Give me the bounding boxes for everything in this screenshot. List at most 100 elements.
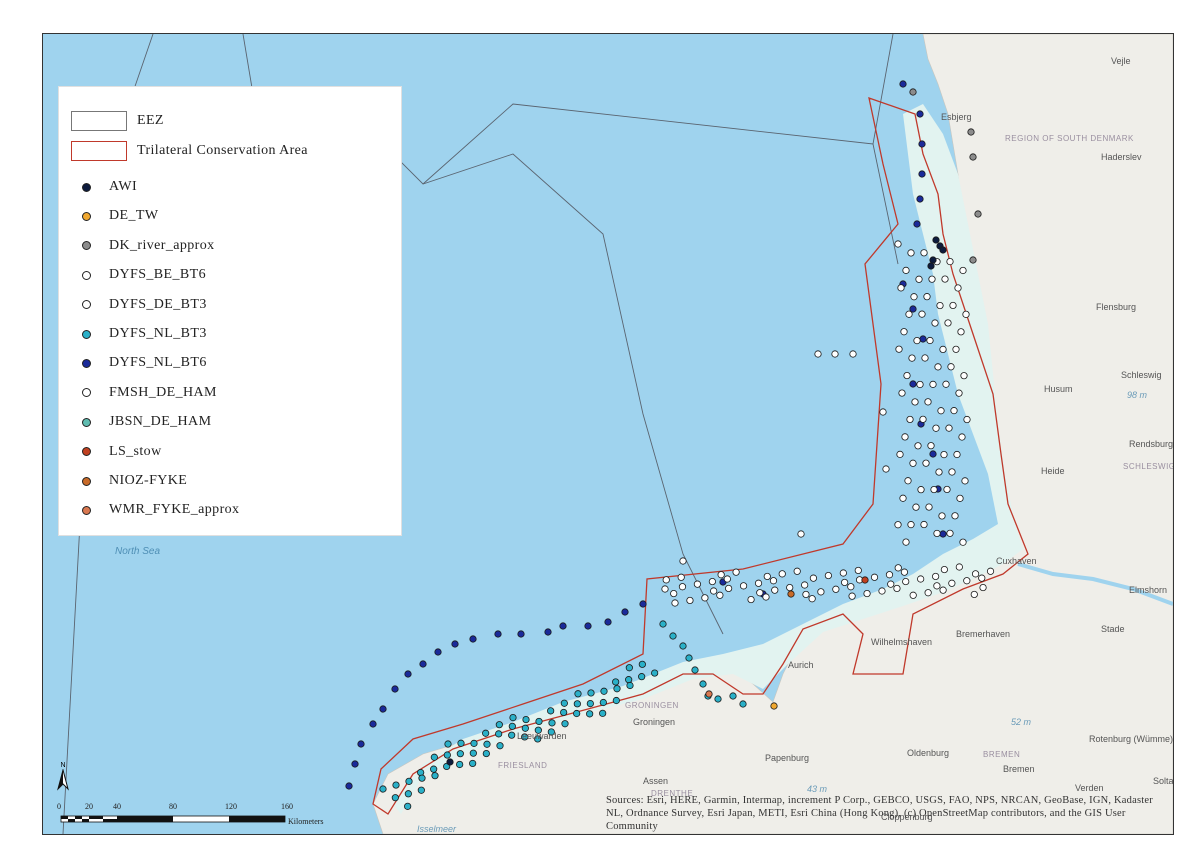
sample-point <box>469 635 477 643</box>
sample-point <box>573 709 581 718</box>
sample-point <box>962 310 970 318</box>
sample-point <box>404 790 412 798</box>
legend-marker-icon <box>81 358 91 368</box>
sample-point <box>943 485 951 494</box>
sample-point <box>979 583 987 592</box>
sample-point <box>714 695 722 703</box>
sample-point <box>483 740 491 748</box>
sample-point <box>679 557 687 565</box>
legend-item-label: DYFS_BE_BT6 <box>109 267 206 283</box>
legend-marker-icon <box>81 211 91 221</box>
legend-marker-wrap <box>71 476 101 486</box>
legend-item: DE_TW <box>71 204 158 228</box>
label-cuxhaven: Cuxhaven <box>996 556 1037 566</box>
label-leeuwarden: Leeuwarden <box>517 731 567 741</box>
legend-item-label: AWI <box>109 179 138 194</box>
legend-item-label: LS_stow <box>109 443 162 459</box>
sample-point <box>548 719 556 727</box>
sample-point <box>599 709 607 717</box>
sample-point <box>937 407 945 415</box>
sample-point <box>469 759 477 768</box>
legend-eez-label: EEZ <box>137 113 164 128</box>
sample-point <box>945 424 953 432</box>
sample-point <box>932 572 940 581</box>
sample-point <box>932 236 940 244</box>
sample-point <box>915 275 923 283</box>
sample-point <box>913 220 921 228</box>
label-wilhelmshaven: Wilhelmshaven <box>871 637 933 647</box>
label-verden: Verden <box>1075 783 1104 793</box>
label-elmshorn: Elmshorn <box>1129 585 1168 595</box>
sample-point <box>854 566 862 575</box>
sample-point <box>902 266 910 274</box>
sample-point <box>900 328 908 336</box>
sample-point <box>899 80 907 88</box>
scale-tick-label: 80 <box>169 802 177 811</box>
sample-point <box>638 660 646 668</box>
attribution-text: Sources: Esri, HERE, Garmin, Intermap, i… <box>606 795 1153 832</box>
sample-point <box>801 581 809 589</box>
sample-point <box>948 579 956 587</box>
legend-marker-icon <box>81 241 91 251</box>
eez-line-3 <box>422 34 894 185</box>
label-ijsselmeer: Isselmeer <box>417 824 457 834</box>
sample-point <box>573 700 581 708</box>
sample-point <box>723 575 731 583</box>
legend-marker-wrap <box>71 182 101 192</box>
sample-point <box>969 153 977 161</box>
sample-point <box>613 685 621 693</box>
sample-point <box>470 739 478 747</box>
label-bremen-region: BREMEN <box>983 750 1021 759</box>
label-assen: Assen <box>643 776 669 786</box>
legend-item: NIOZ-FYKE <box>71 469 187 493</box>
sample-point <box>940 450 948 459</box>
sample-point <box>584 622 592 630</box>
north-arrow-icon <box>57 768 69 791</box>
sample-point <box>986 567 995 575</box>
sample-point <box>417 786 425 794</box>
sample-point <box>560 699 568 707</box>
sample-point <box>451 640 459 648</box>
sample-point <box>802 590 810 599</box>
sample-point <box>762 593 770 601</box>
sample-point <box>927 442 935 450</box>
sample-point <box>953 450 961 459</box>
sample-point <box>379 705 387 713</box>
sample-point <box>831 350 839 358</box>
sample-point <box>586 710 594 718</box>
sample-point <box>686 596 694 605</box>
sample-point <box>908 354 916 362</box>
sample-point <box>391 685 399 693</box>
sample-point <box>895 345 903 353</box>
legend-marker-wrap <box>71 505 101 515</box>
legend-marker-wrap <box>71 447 101 457</box>
sample-point <box>919 335 927 343</box>
sample-point <box>905 310 913 318</box>
sample-point <box>814 350 822 358</box>
legend-marker-wrap <box>71 300 101 310</box>
sample-point <box>638 673 646 681</box>
sample-point <box>808 595 816 603</box>
legend-marker-wrap <box>71 388 101 398</box>
sample-point <box>418 774 426 782</box>
sample-point <box>621 608 629 616</box>
sample-point <box>625 664 633 672</box>
label-depth-43: 43 m <box>807 784 828 794</box>
sample-point <box>456 750 464 758</box>
sample-point <box>848 592 856 600</box>
sample-point <box>787 590 795 598</box>
sample-point <box>930 485 938 494</box>
sample-point <box>544 628 552 636</box>
sample-point <box>391 794 399 802</box>
sample-point <box>957 328 965 336</box>
sample-point <box>508 722 516 730</box>
sample-point <box>878 587 886 595</box>
label-papenburg: Papenburg <box>765 753 810 763</box>
sample-point <box>612 678 620 686</box>
legend-item-label: FMSH_DE_HAM <box>109 384 217 400</box>
sample-point <box>725 584 733 593</box>
legend-item-label: DYFS_NL_BT6 <box>109 355 207 371</box>
sample-point <box>754 579 763 587</box>
sample-point <box>404 802 412 810</box>
legend-marker-icon <box>81 505 91 515</box>
